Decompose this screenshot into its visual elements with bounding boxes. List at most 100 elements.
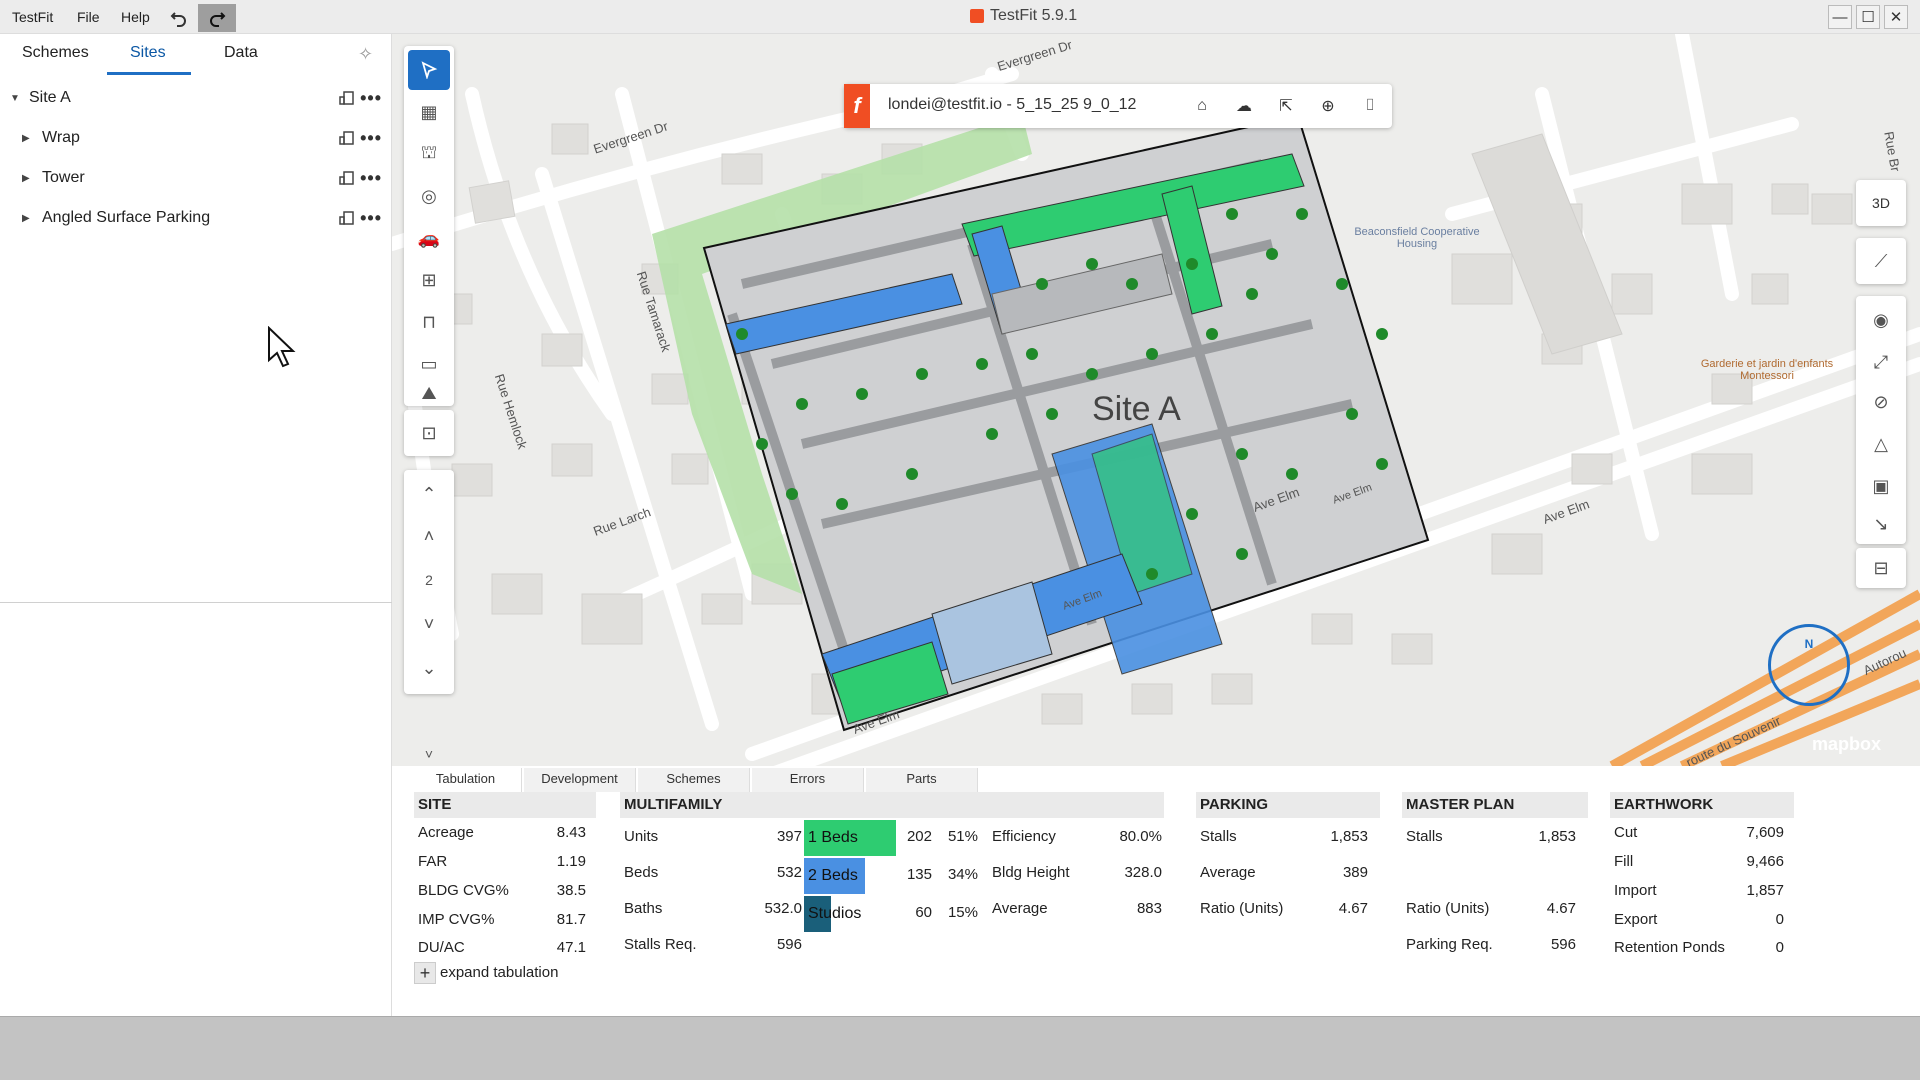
caret-right-icon[interactable]: ▶: [22, 133, 30, 144]
grid-tool-button[interactable]: ⊞: [408, 260, 450, 300]
close-button[interactable]: ✕: [1884, 5, 1908, 29]
level-up-button[interactable]: ˄: [408, 516, 450, 556]
chevron-up-icon: ˄: [423, 525, 435, 546]
tab-errors[interactable]: Errors: [752, 768, 864, 792]
measure-button[interactable]: ⟋: [1860, 241, 1902, 281]
double-chevron-up-icon: ⌃: [421, 483, 437, 504]
building-icon[interactable]: [338, 209, 356, 227]
menu-help[interactable]: Help: [121, 9, 150, 25]
user-scheme-label: londei@testfit.io - 5_15_25 9_0_12: [888, 96, 1137, 113]
ruler-tool-button[interactable]: ▭: [408, 344, 450, 384]
parking-section-title: PARKING: [1196, 792, 1380, 818]
status-bar: [0, 1016, 1920, 1080]
undo-button[interactable]: [160, 4, 198, 32]
ruler-diagonal-icon: ⟋: [1874, 250, 1888, 271]
tree-item-site-a[interactable]: ▼ Site A •••: [0, 82, 392, 114]
map-viewport[interactable]: Evergreen Dr Evergreen Dr Rue Tamarack R…: [392, 34, 1920, 766]
table-icon: ⊓: [421, 311, 437, 332]
compass-icon: ⊘: [1873, 391, 1889, 412]
master-plan-label: Parking Req.: [1406, 936, 1493, 953]
tab-schemes[interactable]: Schemes: [22, 44, 89, 62]
tab-data[interactable]: Data: [224, 44, 258, 62]
maximize-button[interactable]: ☐: [1856, 5, 1880, 29]
parking-label: Stalls: [1200, 828, 1237, 845]
tab-sites[interactable]: Sites: [130, 44, 166, 62]
parking-label: Average: [1200, 864, 1256, 881]
site-value: 1.19: [556, 853, 586, 870]
tree-item-wrap[interactable]: ▶ Wrap •••: [0, 122, 392, 154]
minimize-button[interactable]: —: [1828, 5, 1852, 29]
earthwork-label: Fill: [1614, 853, 1634, 870]
menu-testfit[interactable]: TestFit: [12, 9, 53, 25]
redo-icon: [210, 12, 226, 27]
expand-tabulation-label[interactable]: expand tabulation: [440, 964, 558, 981]
app-title: TestFit 5.9.1: [970, 7, 1077, 25]
bottom-level-button[interactable]: ⌄: [408, 648, 450, 688]
podium-tool-button[interactable]: ⛫: [408, 134, 450, 174]
north-compass[interactable]: N: [1768, 624, 1850, 706]
master-plan-value: 596: [1550, 936, 1576, 953]
sparkle-icon[interactable]: ✧: [358, 44, 373, 65]
caret-down-icon[interactable]: ▼: [10, 93, 20, 104]
current-level: 2: [425, 572, 433, 588]
menu-file[interactable]: File: [77, 9, 100, 25]
add-button[interactable]: ⊕: [1316, 94, 1340, 118]
master-plan-value: 1,853: [1538, 828, 1576, 845]
building-tool-button[interactable]: ▦: [408, 92, 450, 132]
table-tool-button[interactable]: ⊓: [408, 302, 450, 342]
trees-tool-button[interactable]: ⛰: [408, 380, 450, 406]
tab-schemes-bottom[interactable]: Schemes: [638, 768, 750, 792]
more-icon[interactable]: •••: [360, 128, 382, 149]
mapbox-attribution[interactable]: mapbox: [1812, 734, 1881, 755]
share-icon: ⇱: [1279, 98, 1293, 115]
share-button[interactable]: ⇱: [1274, 94, 1298, 118]
site-label: DU/AC: [418, 939, 465, 956]
tree-item-angled-surface-parking[interactable]: ▶ Angled Surface Parking •••: [0, 202, 392, 234]
multifamily-label: Stalls Req.: [624, 936, 697, 953]
more-icon[interactable]: •••: [360, 88, 382, 109]
target-tool-button[interactable]: ◎: [408, 176, 450, 216]
tree-item-label: Site A: [29, 89, 71, 106]
caret-right-icon[interactable]: ▶: [22, 213, 30, 224]
image-button[interactable]: ▣: [1860, 466, 1902, 506]
tree-item-tower[interactable]: ▶ Tower •••: [0, 162, 392, 194]
cloud-icon: ☁: [1236, 98, 1252, 115]
expand-tabulation-button[interactable]: +: [414, 962, 436, 984]
unit-mix-pct: 34%: [947, 866, 978, 883]
tab-parts[interactable]: Parts: [866, 768, 978, 792]
building-icon[interactable]: [338, 129, 356, 147]
terrain-button[interactable]: △: [1860, 424, 1902, 464]
more-icon[interactable]: •••: [360, 208, 382, 229]
car-tool-button[interactable]: 🚗: [408, 218, 450, 258]
site-label: FAR: [418, 853, 448, 870]
view-3d-button[interactable]: 3D: [1860, 183, 1902, 223]
site-name-label: Site A: [1092, 390, 1181, 428]
top-level-button[interactable]: ⌃: [408, 474, 450, 514]
arrow-down-right-icon: ↘: [1873, 513, 1889, 534]
compass-n-label: N: [1804, 637, 1814, 651]
select-tool-button[interactable]: [408, 50, 450, 90]
site-label: IMP CVG%: [418, 911, 495, 928]
building-icon[interactable]: [338, 89, 356, 107]
home-button[interactable]: ⌂: [1190, 94, 1214, 118]
unit-mix-label: 1 Beds: [808, 829, 858, 846]
tab-development[interactable]: Development: [524, 768, 636, 792]
compass-button[interactable]: ⊘: [1860, 382, 1902, 422]
level-down-button[interactable]: ˅: [408, 604, 450, 644]
redo-button[interactable]: [198, 4, 236, 32]
stack-button[interactable]: ⊟: [1860, 548, 1902, 588]
cloud-sync-button[interactable]: ☁: [1232, 94, 1256, 118]
tab-tabulation[interactable]: Tabulation: [410, 768, 522, 792]
caret-right-icon[interactable]: ▶: [22, 173, 30, 184]
collapse-panel-button[interactable]: ˅: [404, 746, 454, 766]
screenshot-button[interactable]: ⌷: [1358, 94, 1382, 118]
add-box-button[interactable]: ⊡: [408, 413, 450, 453]
unit-mix-count: 60: [915, 904, 932, 921]
building-icon[interactable]: [338, 169, 356, 187]
visibility-button[interactable]: ◉: [1860, 300, 1902, 340]
more-icon[interactable]: •••: [360, 168, 382, 189]
export-button[interactable]: ↘: [1860, 504, 1902, 544]
expand-icon: ⤢: [1873, 351, 1889, 372]
fit-view-button[interactable]: ⤢: [1860, 342, 1902, 382]
site-value: 8.43: [556, 824, 586, 841]
